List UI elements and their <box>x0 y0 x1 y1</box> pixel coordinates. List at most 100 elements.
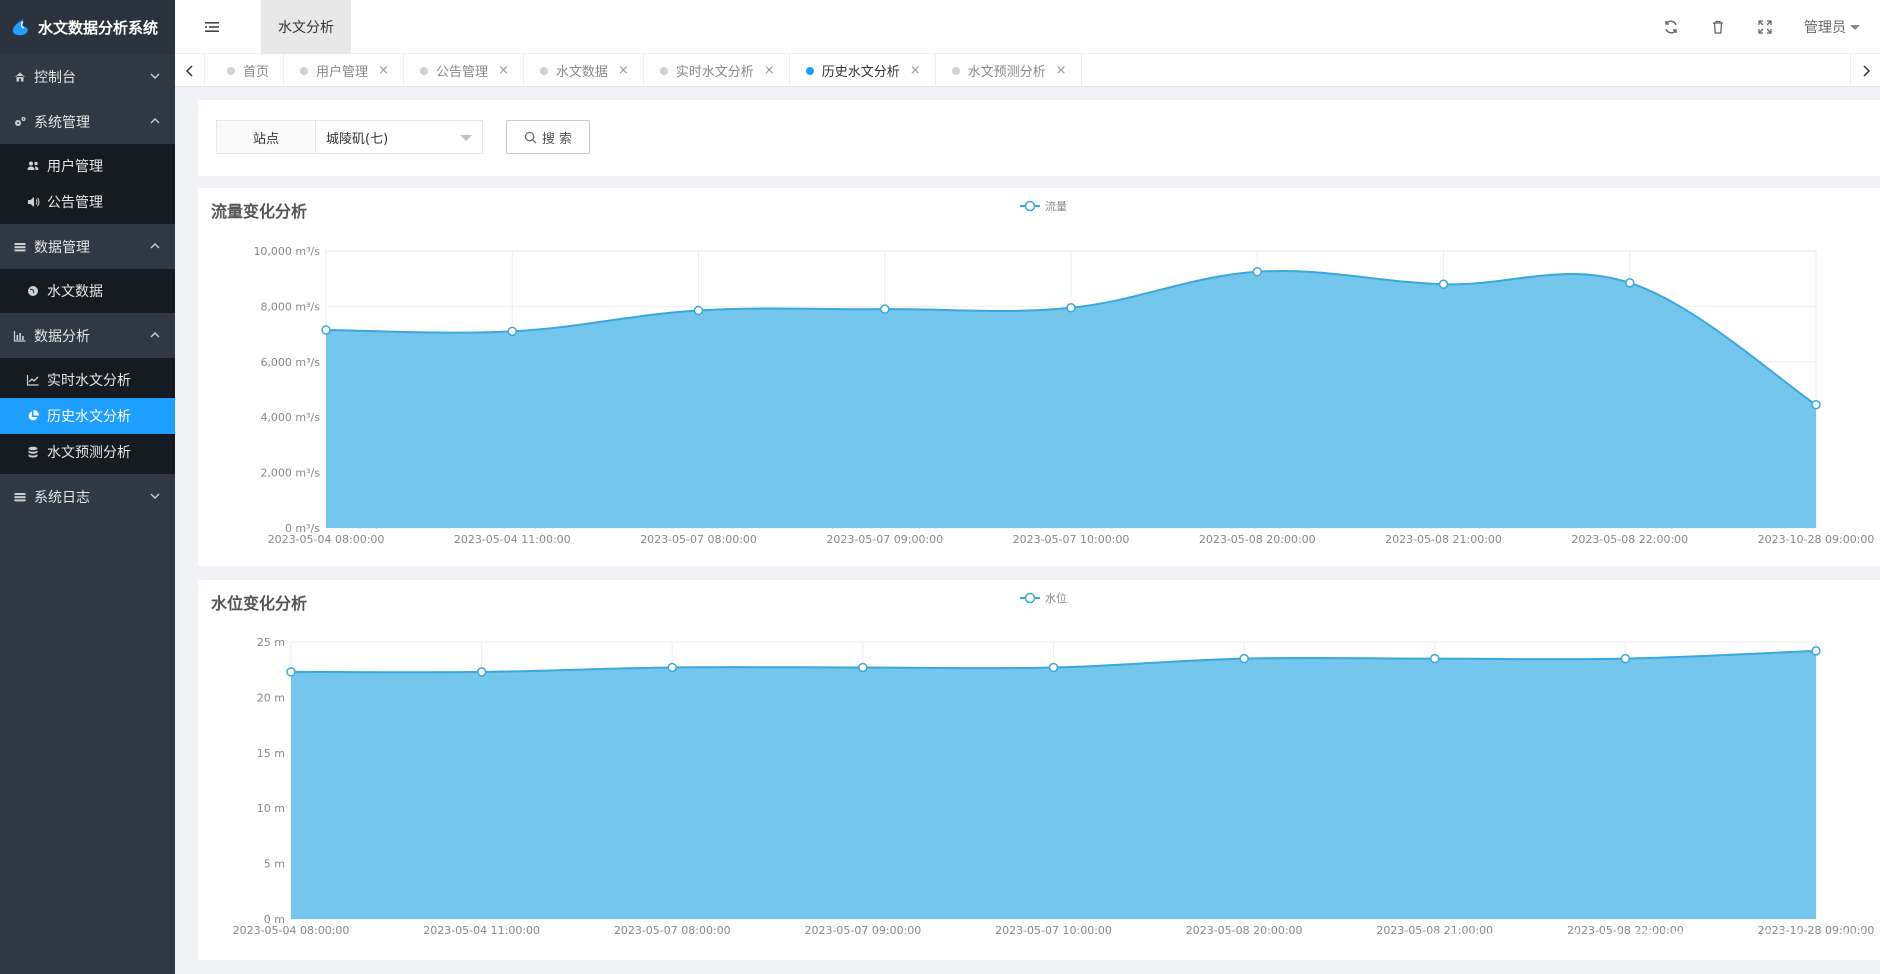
search-panel: 站点 城陵矶(七) 搜 索 <box>198 100 1880 176</box>
sidebar-group-header[interactable]: 系统日志 <box>0 474 175 519</box>
refresh-icon[interactable] <box>1663 19 1679 35</box>
x-tick-label: 2023-05-04 08:00:00 <box>268 533 385 546</box>
sidebar-item[interactable]: 公告管理 <box>0 184 175 220</box>
sidebar-item-label: 水文预测分析 <box>47 445 131 461</box>
sidebar-nav: 控制台系统管理用户管理 公告管理数据管理水文数据数据分析实时水文分析历史水文分析水… <box>0 54 175 519</box>
tab-status-dot <box>539 66 548 75</box>
data-point[interactable] <box>693 305 704 316</box>
x-tick-label: 2023-05-08 20:00:00 <box>1186 924 1303 937</box>
user-menu[interactable]: 管理员 <box>1804 17 1860 37</box>
page-tab[interactable]: 用户管理 × <box>284 54 404 87</box>
page-tab[interactable]: 实时水文分析 × <box>644 54 790 87</box>
y-tick-label: 5 m <box>264 858 285 871</box>
data-point[interactable] <box>1625 278 1635 288</box>
close-icon[interactable]: × <box>764 63 775 78</box>
sidebar: 水文数据分析系统 控制台系统管理用户管理 公告管理数据管理水文数据数据分析实时水文… <box>0 0 175 974</box>
data-point[interactable] <box>1811 646 1821 656</box>
search-button[interactable]: 搜 索 <box>506 120 590 154</box>
data-point[interactable] <box>476 667 487 677</box>
data-point[interactable] <box>1438 279 1449 289</box>
gears-icon <box>15 116 26 126</box>
x-tick-label: 2023-05-07 08:00:00 <box>614 924 731 937</box>
page-tab-label: 实时水文分析 <box>675 65 754 80</box>
page-tab[interactable]: 水文预测分析 × <box>936 54 1082 87</box>
page-tab[interactable]: 水文数据 × <box>524 54 644 87</box>
page-tab-label: 水文数据 <box>555 65 608 80</box>
database-icon <box>28 446 38 458</box>
close-icon[interactable]: × <box>498 63 509 78</box>
sidebar-group-header[interactable]: 控制台 <box>0 54 175 99</box>
list-icon <box>14 242 26 251</box>
data-point[interactable] <box>1430 653 1440 664</box>
app-logo[interactable]: 水文数据分析系统 <box>0 0 175 54</box>
tab-status-dot <box>805 66 814 75</box>
chevron-up-icon <box>150 332 160 338</box>
legend-marker[interactable] <box>1024 592 1036 604</box>
data-point[interactable] <box>1252 267 1262 277</box>
station-select[interactable]: 城陵矶(七) <box>315 120 483 154</box>
globe-icon <box>28 286 38 296</box>
close-icon[interactable]: × <box>910 63 921 78</box>
close-icon[interactable]: × <box>378 63 389 78</box>
data-point[interactable] <box>1048 662 1059 673</box>
data-point[interactable] <box>880 304 890 314</box>
top-header: 水文分析 管理员 <box>175 0 1880 54</box>
legend-marker[interactable] <box>1024 200 1036 212</box>
data-point[interactable] <box>1239 653 1249 664</box>
page-tab[interactable]: 公告管理 × <box>404 54 524 87</box>
data-point[interactable] <box>1620 653 1631 664</box>
sidebar-group-label: 数据分析 <box>34 328 90 345</box>
data-point[interactable] <box>667 662 677 673</box>
trash-icon[interactable] <box>1710 19 1726 35</box>
x-tick-label: 2023-05-07 09:00:00 <box>826 533 943 546</box>
line-chart-icon <box>26 375 39 386</box>
data-point[interactable] <box>286 667 296 677</box>
close-icon[interactable]: × <box>618 63 629 78</box>
page-tab-label: 水文预测分析 <box>967 65 1046 80</box>
sidebar-group-header[interactable]: 系统管理 <box>0 99 175 144</box>
sidebar-item[interactable]: 实时水文分析 <box>0 362 175 398</box>
data-point[interactable] <box>858 662 868 673</box>
sidebar-item[interactable]: 水文预测分析 <box>0 434 175 470</box>
sidebar-group-header[interactable]: 数据管理 <box>0 224 175 269</box>
bar-chart-icon <box>13 330 26 342</box>
data-point[interactable] <box>1811 399 1821 410</box>
sidebar-submenu: 水文数据 <box>0 269 175 313</box>
chevron-down-icon <box>150 73 160 79</box>
menu-toggle-icon[interactable] <box>203 18 221 36</box>
sidebar-item[interactable]: 用户管理 <box>0 148 175 184</box>
page-tab[interactable]: 历史水文分析 × <box>790 54 936 87</box>
search-button-label: 搜 索 <box>541 131 573 147</box>
tabs-scroll-left-button[interactable] <box>175 54 205 87</box>
y-tick-label: 10,000 m³/s <box>253 245 320 258</box>
sidebar-group-header[interactable]: 数据分析 <box>0 313 175 358</box>
y-tick-label: 4,000 m³/s <box>260 411 320 424</box>
x-tick-label: 2023-05-04 08:00:00 <box>233 924 350 937</box>
sidebar-item[interactable]: 历史水文分析 <box>0 398 175 434</box>
users-icon <box>27 161 39 170</box>
close-icon[interactable]: × <box>1056 63 1067 78</box>
y-tick-label: 15 m <box>257 747 285 760</box>
station-label: 站点 <box>216 120 316 154</box>
sidebar-item-label: 实时水文分析 <box>47 373 131 389</box>
y-tick-label: 25 m <box>257 636 285 649</box>
x-tick-label: 2023-05-07 08:00:00 <box>640 533 757 546</box>
sidebar-item-label: 水文数据 <box>47 284 103 300</box>
x-tick-label: 2023-05-07 10:00:00 <box>1013 533 1130 546</box>
chevron-left-icon <box>185 64 193 77</box>
tabs-scroll-right-button[interactable] <box>1850 54 1880 87</box>
station-select-value: 城陵矶(七) <box>326 131 389 147</box>
tab-status-dot <box>659 66 668 75</box>
x-tick-label: 2023-05-04 11:00:00 <box>423 924 540 937</box>
module-tab-hydrology-analysis[interactable]: 水文分析 <box>261 0 351 54</box>
fullscreen-icon[interactable] <box>1757 19 1773 35</box>
page-tab-label: 公告管理 <box>435 65 488 80</box>
sidebar-group-label: 控制台 <box>34 69 76 86</box>
data-point[interactable] <box>1066 303 1076 313</box>
series-area <box>291 650 1816 919</box>
page-tab[interactable]: 首页 <box>211 54 285 87</box>
page-tab-label: 用户管理 <box>316 65 369 80</box>
data-point[interactable] <box>321 325 331 335</box>
data-point[interactable] <box>507 326 517 337</box>
sidebar-item[interactable]: 水文数据 <box>0 273 175 309</box>
